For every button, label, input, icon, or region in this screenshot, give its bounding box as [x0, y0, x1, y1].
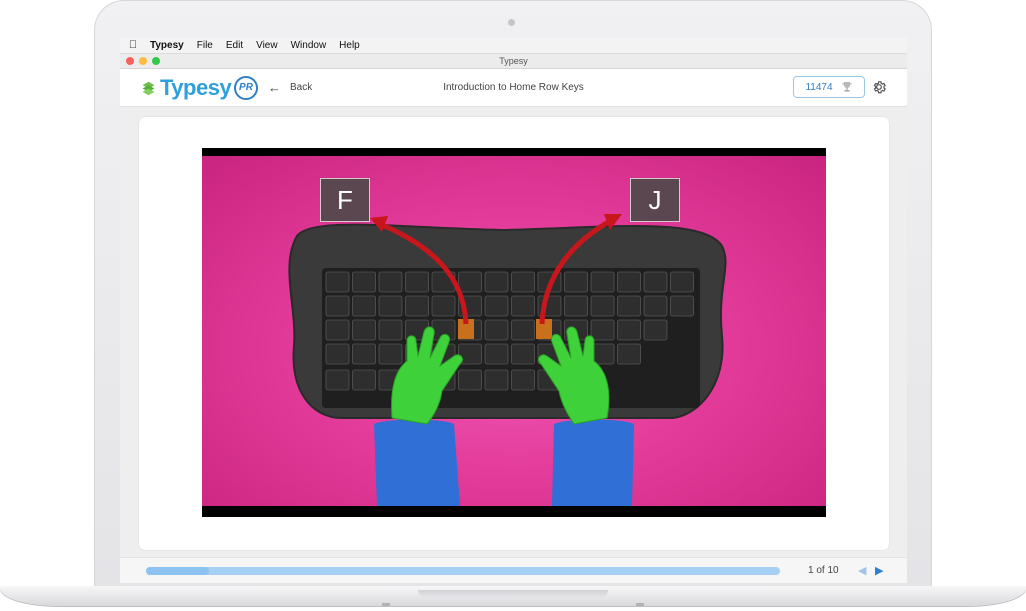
lesson-footer: 1 of 10 ◀ ▶ — [120, 557, 907, 583]
zoom-window-button[interactable] — [152, 57, 160, 65]
lesson-card: F J — [139, 117, 889, 550]
trophy-icon — [841, 82, 852, 92]
app-screen:  Typesy File Edit View Window Help Type… — [120, 37, 907, 583]
key-j-label: J — [630, 178, 680, 222]
minimize-window-button[interactable] — [139, 57, 147, 65]
previous-page-button[interactable]: ◀ — [858, 564, 866, 577]
video-frame: F J — [202, 156, 826, 506]
menu-window[interactable]: Window — [291, 40, 327, 51]
window-title: Typesy — [499, 56, 528, 66]
menu-app-name[interactable]: Typesy — [150, 40, 184, 51]
next-page-button[interactable]: ▶ — [875, 564, 883, 577]
camera-dot — [508, 19, 515, 26]
score-value: 11474 — [805, 81, 833, 93]
key-f-label: F — [320, 178, 370, 222]
menu-view[interactable]: View — [256, 40, 278, 51]
window-titlebar: Typesy — [120, 54, 907, 69]
apple-icon[interactable]:  — [122, 39, 144, 51]
close-window-button[interactable] — [126, 57, 134, 65]
gear-icon[interactable] — [871, 79, 887, 95]
page-indicator: 1 of 10 — [808, 565, 839, 576]
base-foot-right — [636, 603, 644, 606]
base-foot-left — [382, 603, 390, 606]
lesson-title: Introduction to Home Row Keys — [443, 82, 584, 93]
laptop-notch — [418, 590, 608, 598]
menu-help[interactable]: Help — [339, 40, 360, 51]
menu-edit[interactable]: Edit — [226, 40, 243, 51]
app-header: Typesy PR ← Back Introduction to Home Ro… — [120, 69, 907, 107]
progress-fill — [146, 567, 210, 575]
menu-file[interactable]: File — [197, 40, 213, 51]
progress-bar — [146, 567, 780, 575]
keyboard-illustration — [288, 214, 727, 506]
lesson-video[interactable]: F J — [202, 148, 826, 517]
menu-bar:  Typesy File Edit View Window Help — [120, 37, 907, 54]
score-badge[interactable]: 11474 — [793, 76, 865, 98]
